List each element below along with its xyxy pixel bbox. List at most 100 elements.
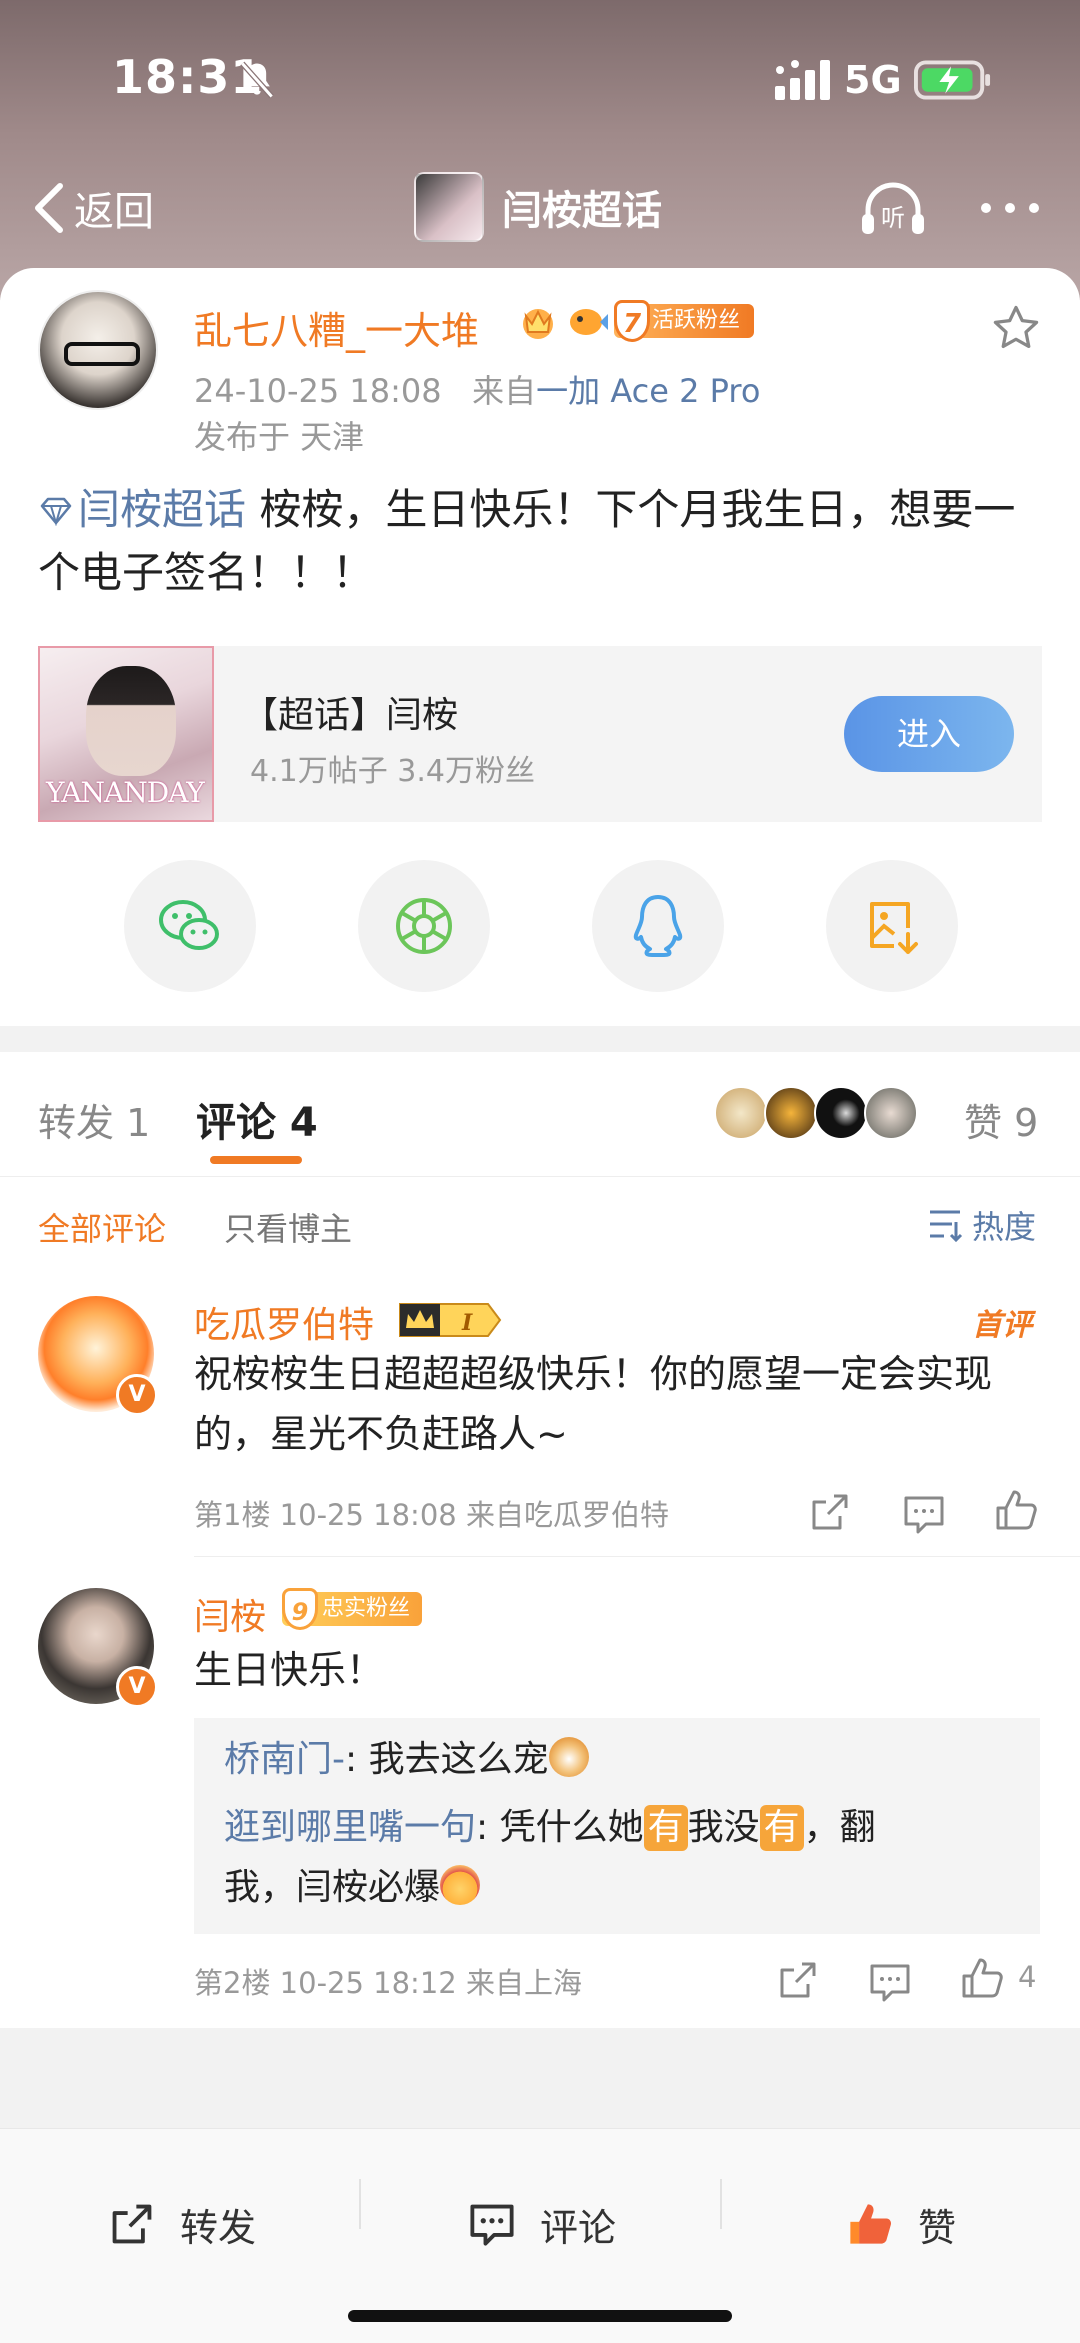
author-badges: 7 活跃粉丝: [518, 300, 755, 342]
liker-avatar: [864, 1086, 918, 1140]
interaction-tabs: 转发 1 评论 4 赞 9: [0, 1052, 1080, 1177]
back-button[interactable]: 返回: [30, 178, 154, 238]
reply-author[interactable]: 逛到哪里嘴一句: [224, 1807, 476, 1848]
topic-cover-image: YANANDAY: [38, 646, 214, 822]
like-icon[interactable]: [994, 1488, 1038, 1532]
sort-label: 热度: [972, 1208, 1037, 1246]
topic-name: 【超话】闫桉: [242, 695, 459, 736]
topic-link[interactable]: 闫桉超话: [38, 485, 246, 534]
more-icon[interactable]: [978, 190, 1042, 226]
moments-icon: [396, 898, 452, 954]
comment-like-count: 4: [1018, 1960, 1037, 1994]
back-label: 返回: [74, 189, 154, 235]
comment-icon: [470, 2204, 514, 2246]
like-filled-icon: [850, 2204, 892, 2244]
like-label: 赞: [918, 2205, 957, 2250]
like-button[interactable]: 赞: [846, 2169, 956, 2279]
repost-icon: [112, 2204, 152, 2244]
comment-label: 评论: [540, 2205, 617, 2250]
save-image-icon: [870, 902, 918, 954]
reply-icon[interactable]: [902, 1492, 946, 1536]
filter-all-comments[interactable]: 全部评论: [38, 1204, 166, 1250]
active-tab-indicator: [210, 1156, 302, 1164]
comment-divider: [194, 1556, 1080, 1557]
post-author-name[interactable]: 乱七八糟_一大堆: [194, 300, 479, 355]
liker-avatars[interactable]: [714, 1086, 918, 1140]
loyal-fan-badge: 9 忠实粉丝: [282, 1588, 423, 1630]
nav-title[interactable]: 闫桉超话: [414, 172, 662, 242]
post-author-avatar[interactable]: [38, 290, 158, 410]
repost-label: 转发: [180, 2205, 257, 2250]
topic-card[interactable]: YANANDAY 【超话】闫桉 4.1万帖子 3.4万粉丝 进入: [38, 646, 1042, 822]
repost-button[interactable]: 转发: [108, 2169, 256, 2279]
fan-badge-label: 忠实粉丝: [322, 1596, 411, 1621]
tab-likes[interactable]: 赞 9: [964, 1092, 1038, 1147]
sort-icon: [930, 1210, 963, 1242]
signal-icon: [775, 60, 830, 100]
active-fan-badge: 7 活跃粉丝: [614, 300, 755, 342]
save-image-button[interactable]: [826, 860, 958, 992]
nav-title-text: 闫桉超话: [502, 188, 662, 234]
tab-reposts[interactable]: 转发 1: [38, 1092, 150, 1147]
crown-icon: [523, 309, 553, 339]
listen-headphone-icon[interactable]: 听: [858, 178, 928, 238]
repost-icon[interactable]: [776, 1958, 820, 2002]
section-spacer: [0, 2028, 1080, 2128]
reply-text: : 我去这么宠: [345, 1739, 549, 1780]
favorite-star-icon[interactable]: [990, 302, 1042, 354]
emoji-you: 有: [643, 1805, 688, 1851]
post-body: 闫桉超话 桉桉，生日快乐！下个月我生日，想要一个电子签名！！！: [38, 478, 1048, 604]
home-indicator[interactable]: [348, 2310, 732, 2322]
fan-level: 7: [614, 300, 650, 342]
reply-author[interactable]: 桥南门-: [224, 1739, 345, 1780]
reply-icon[interactable]: [868, 1960, 912, 2004]
post-location: 发布于 天津: [194, 418, 365, 456]
topic-stats: 4.1万帖子 3.4万粉丝: [250, 754, 535, 789]
reply-item: 桥南门-: 我去这么宠: [224, 1730, 589, 1790]
like-icon[interactable]: [960, 1956, 1004, 2000]
emoji-you: 有: [759, 1805, 804, 1851]
enter-topic-button[interactable]: 进入: [844, 696, 1014, 772]
verified-badge: V: [116, 1374, 158, 1416]
share-row: [0, 860, 1080, 992]
sort-button[interactable]: 热度: [926, 1202, 1036, 1248]
fish-badge-icon: [570, 309, 608, 335]
topic-avatar: [414, 172, 484, 242]
first-comment-tag: 首评: [972, 1308, 1032, 1343]
cover-watermark: YANANDAY: [46, 776, 205, 809]
liker-avatar: [714, 1086, 768, 1140]
topic-link-text: 闫桉超话: [78, 485, 247, 534]
status-bar: 18:31 5G: [0, 0, 1080, 160]
tab-comments[interactable]: 评论 4: [196, 1090, 318, 1148]
doge-emoji-icon: [548, 1737, 589, 1777]
post-meta: 24-10-25 18:08 来自一加 Ace 2 Pro: [194, 366, 760, 412]
qq-icon: [633, 895, 683, 957]
post-device[interactable]: 一加 Ace 2 Pro: [536, 372, 760, 410]
liker-avatar: [814, 1086, 868, 1140]
reply-item: 逛到哪里嘴一句: 凭什么她有我没有，翻 我，闫桉必爆: [224, 1805, 876, 1908]
post-timestamp: 24-10-25 18:08: [194, 372, 442, 410]
comment-meta: 第1楼 10-25 18:08 来自吃瓜罗伯特: [194, 1498, 669, 1532]
fan-badge-label: 活跃粉丝: [652, 308, 741, 333]
silent-bell-icon: [240, 61, 274, 99]
verified-badge: V: [116, 1666, 158, 1708]
svg-text:I: I: [461, 1310, 473, 1336]
replies-box[interactable]: 桥南门-: 我去这么宠 逛到哪里嘴一句: 凭什么她有我没有，翻 我，闫桉必爆: [194, 1718, 1040, 1934]
fan-level: 9: [282, 1588, 318, 1630]
comment-author[interactable]: 闫桉: [194, 1588, 266, 1640]
share-wechat-button[interactable]: [124, 860, 256, 992]
source-prefix: 来自: [472, 372, 537, 410]
top-nav: 返回 闫桉超话 听: [0, 160, 1080, 260]
cheer-emoji-icon: [440, 1865, 481, 1905]
filter-author-only[interactable]: 只看博主: [224, 1204, 352, 1250]
share-moments-button[interactable]: [358, 860, 490, 992]
member-badge-icon: I: [399, 1303, 502, 1337]
comment-meta: 第2楼 10-25 18:12 来自上海: [194, 1966, 582, 2000]
share-qq-button[interactable]: [592, 860, 724, 992]
comment-author[interactable]: 吃瓜罗伯特: [194, 1296, 374, 1348]
comment-button[interactable]: 评论: [468, 2169, 616, 2279]
chevron-left-icon: [35, 183, 63, 233]
liker-avatar: [764, 1086, 818, 1140]
diamond-icon: [40, 497, 72, 526]
repost-icon[interactable]: [808, 1490, 852, 1534]
